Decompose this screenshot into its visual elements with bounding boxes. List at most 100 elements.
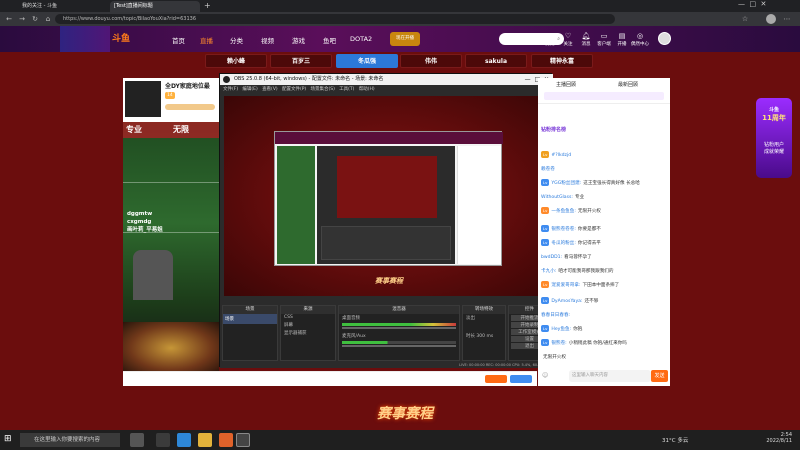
streamer-tab-2[interactable]: 百岁三 bbox=[270, 54, 332, 68]
transition-select[interactable]: 淡出 bbox=[463, 314, 505, 322]
nav-dota2[interactable]: DOTA2 bbox=[350, 35, 372, 43]
chat-username[interactable]: DyAmosYaya: bbox=[551, 299, 582, 304]
chat-username[interactable]: 银熊卷卷卷: bbox=[551, 227, 576, 232]
chat-username[interactable]: 赖卷卷 bbox=[541, 167, 555, 172]
start-stream-promo[interactable]: 现在开播 bbox=[390, 32, 420, 46]
mixer-meter bbox=[342, 341, 456, 344]
wallet-icon[interactable]: ◎ 偶然中心 bbox=[630, 32, 650, 47]
follow-icon[interactable]: ♡ 关注 bbox=[558, 32, 578, 47]
weather[interactable]: 31°C 多云 bbox=[662, 436, 688, 444]
obs-menu-scenes[interactable]: 场景集合(S) bbox=[310, 87, 334, 92]
chat-username[interactable]: bwdDD1: bbox=[541, 255, 562, 260]
obs-menu-profile[interactable]: 配置文件(P) bbox=[282, 87, 306, 92]
obs-menu-tools[interactable]: 工具(T) bbox=[339, 87, 354, 92]
streamer-tab-6[interactable]: 精神永富 bbox=[531, 54, 593, 68]
obs-preview[interactable]: 赛事赛程 bbox=[224, 96, 551, 296]
chat-icon[interactable]: ▤ 开播 bbox=[612, 32, 632, 47]
chat-tab-review[interactable]: 主播回顾 bbox=[556, 81, 576, 88]
streamer-tab-1[interactable]: 赖小峰 bbox=[205, 54, 267, 68]
browser-tab-active[interactable]: [Test]直播间标题 bbox=[110, 1, 200, 12]
chat-username[interactable]: 春春日日春春: bbox=[541, 313, 570, 318]
chat-username[interactable]: 宠爱爱哥哥拿: bbox=[551, 283, 580, 288]
volume-slider[interactable] bbox=[342, 345, 456, 347]
nav-category[interactable]: 分类 bbox=[230, 35, 243, 45]
chat-username[interactable]: WithoutGlass: bbox=[541, 195, 573, 200]
minimize-icon[interactable]: — bbox=[738, 0, 745, 8]
follow-label: 关注 bbox=[563, 42, 573, 47]
stream-video-left[interactable]: 专业 无限 dggmtw cxgmdg 画叶莉_平易姐 bbox=[123, 122, 219, 374]
obs-menu-edit[interactable]: 编辑(E) bbox=[242, 87, 257, 92]
source-item[interactable]: 屏幕 bbox=[281, 321, 335, 329]
chat-tab-latest[interactable]: 最新回顾 bbox=[618, 81, 638, 88]
chat-input[interactable]: 这里输入聊天内容 bbox=[569, 370, 651, 382]
history-icon[interactable]: ◷ 历史 bbox=[540, 32, 560, 47]
maximize-icon[interactable]: □ bbox=[749, 0, 756, 8]
extensions-icon[interactable]: ☆ bbox=[740, 14, 750, 24]
nav-games[interactable]: 游戏 bbox=[292, 35, 305, 45]
recharge-button[interactable] bbox=[510, 375, 532, 383]
menu-icon[interactable]: ⋯ bbox=[782, 14, 792, 24]
streamer-tab-5[interactable]: sakula bbox=[465, 54, 527, 68]
home-icon[interactable]: ⌂ bbox=[43, 14, 53, 24]
gift-button[interactable] bbox=[485, 375, 507, 383]
event-title: 赛事赛程 bbox=[377, 406, 433, 422]
reload-icon[interactable]: ↻ bbox=[30, 14, 40, 24]
obs-menu-file[interactable]: 文件(F) bbox=[223, 87, 238, 92]
obs-taskbar-icon[interactable] bbox=[236, 433, 250, 447]
streamer-tab-3[interactable]: 冬瓜强 bbox=[336, 54, 398, 68]
streamer-tab-4[interactable]: 伟伟 bbox=[400, 54, 462, 68]
client-icon[interactable]: ▭ 客户端 bbox=[594, 32, 614, 47]
app-icon[interactable] bbox=[156, 433, 170, 447]
anniversary-badge[interactable]: 斗鱼 11周年 钻粉用户 成就荣耀 bbox=[756, 98, 792, 178]
chat-message: Lv YGG粉丝团建: 这王宝强长得真好像 长总哈 bbox=[538, 178, 666, 190]
url-field[interactable]: https://www.douyu.com/topic/BilaoYouXia?… bbox=[55, 14, 615, 24]
nav-live[interactable]: 直播 bbox=[200, 35, 213, 45]
source-item[interactable]: CSS bbox=[281, 314, 335, 321]
obs-menu-help[interactable]: 帮助(H) bbox=[359, 87, 375, 92]
site-logo[interactable]: 斗鱼 bbox=[112, 31, 130, 44]
user-badge: Lv bbox=[541, 151, 550, 158]
obs-menu-view[interactable]: 查看(V) bbox=[262, 87, 278, 92]
scene-item[interactable]: 场景 bbox=[223, 314, 277, 324]
anniv-line: 11周年 bbox=[762, 114, 786, 122]
forward-icon[interactable]: → bbox=[17, 14, 27, 24]
taskbar-search[interactable]: 在这里输入你要搜索的内容 bbox=[20, 433, 120, 447]
app-icon[interactable] bbox=[219, 433, 233, 447]
volume-slider[interactable] bbox=[342, 327, 456, 329]
streamer-avatar[interactable] bbox=[125, 81, 161, 117]
chat-username[interactable]: 卡九小: bbox=[541, 269, 556, 274]
nav-video[interactable]: 视频 bbox=[261, 35, 274, 45]
task-view-icon[interactable] bbox=[130, 433, 144, 447]
chat-username[interactable]: 一条鱼鱼鱼: bbox=[551, 209, 576, 214]
source-item[interactable]: 显示器捕获 bbox=[281, 329, 335, 337]
browser-tab[interactable]: 我的关注 - 斗鱼 bbox=[18, 1, 108, 12]
explorer-icon[interactable] bbox=[198, 433, 212, 447]
new-tab-icon[interactable]: + bbox=[204, 1, 211, 10]
chat-username[interactable]: #?lkdzjd bbox=[551, 153, 571, 158]
user-avatar[interactable] bbox=[658, 32, 671, 45]
chat-text: 你记得去平 bbox=[577, 241, 601, 246]
bell-icon[interactable]: 🔔︎ 消息 bbox=[576, 32, 596, 47]
emoji-icon[interactable]: ☺ bbox=[542, 370, 566, 382]
close-icon[interactable]: ✕ bbox=[761, 0, 767, 8]
send-button[interactable]: 发送 bbox=[651, 370, 668, 382]
overlay-text: 无限 bbox=[173, 125, 189, 134]
nav-yuba[interactable]: 鱼吧 bbox=[323, 35, 336, 45]
chat-username[interactable]: Hey鱼鱼: bbox=[551, 327, 571, 332]
windows-start-icon[interactable]: ⊞ bbox=[4, 434, 15, 445]
back-icon[interactable]: ← bbox=[4, 14, 14, 24]
nested-obs-docks bbox=[321, 226, 451, 260]
chat-username[interactable]: 银熊卷: bbox=[551, 341, 566, 346]
obs-transitions-dock: 转场特效 淡出 时长 300 ms bbox=[462, 305, 506, 361]
chat-username[interactable]: YGG粉丝团建: bbox=[551, 181, 581, 186]
nested-chat bbox=[457, 146, 501, 264]
profile-avatar[interactable] bbox=[766, 14, 776, 24]
user-badge: Lv bbox=[541, 297, 550, 304]
nav-home[interactable]: 首页 bbox=[172, 35, 185, 45]
nested-obs bbox=[317, 146, 455, 264]
transition-duration[interactable]: 时长 300 ms bbox=[463, 332, 505, 340]
chat-username[interactable]: 冬瓜的粉丝: bbox=[551, 241, 576, 246]
streamer-figure bbox=[133, 250, 173, 300]
clock[interactable]: 2:54 2022/8/11 bbox=[752, 432, 792, 444]
edge-icon[interactable] bbox=[177, 433, 191, 447]
